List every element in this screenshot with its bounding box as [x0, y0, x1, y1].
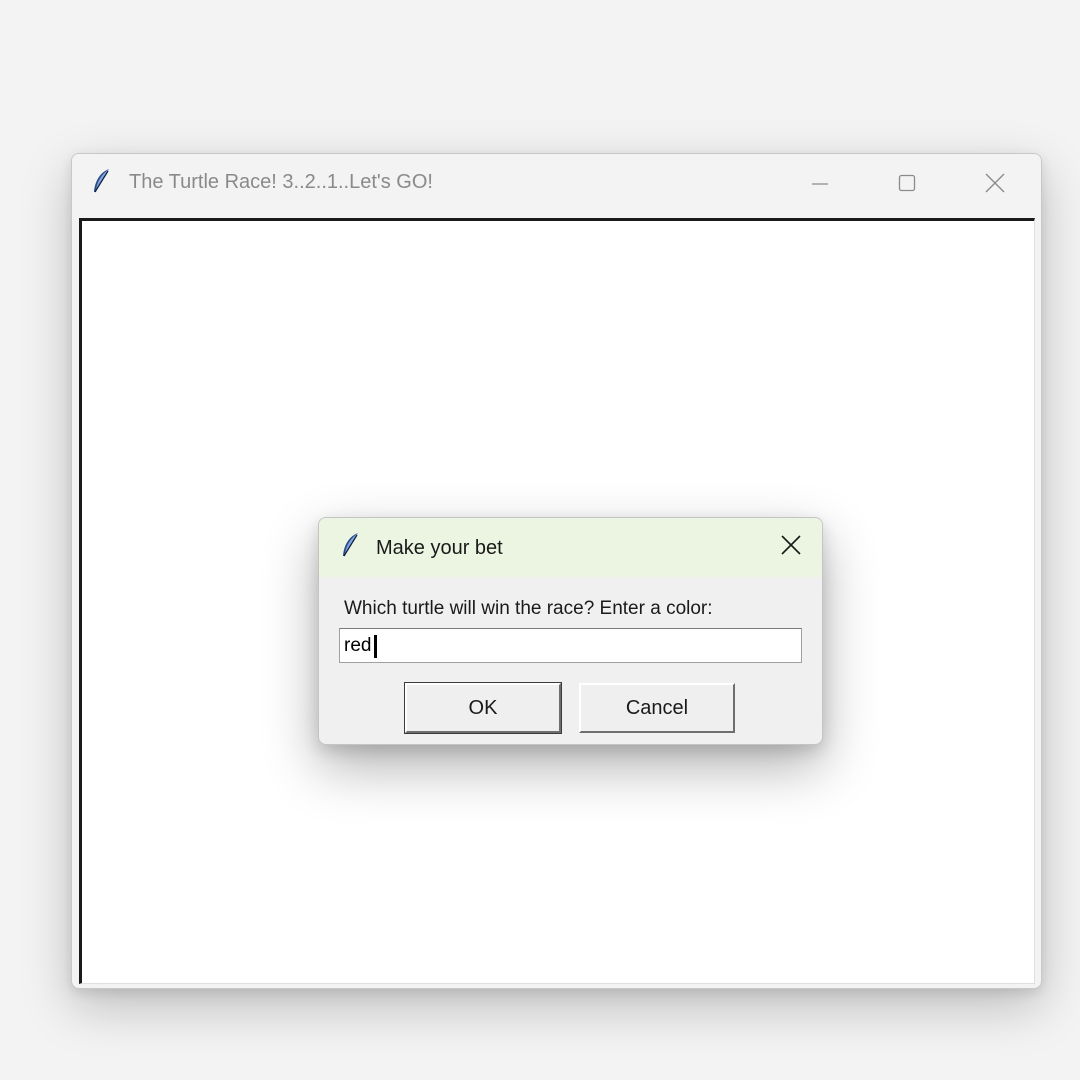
main-titlebar[interactable]: The Turtle Race! 3..2..1..Let's GO!: [72, 154, 1041, 217]
close-icon: [984, 172, 1006, 194]
dialog-titlebar[interactable]: Make your bet: [319, 518, 822, 577]
close-icon: [780, 534, 802, 561]
dialog-close-button[interactable]: [771, 530, 811, 564]
minimize-icon: [810, 173, 830, 193]
ok-button[interactable]: OK: [404, 682, 562, 734]
feather-icon: [92, 168, 112, 194]
window-title: The Turtle Race! 3..2..1..Let's GO!: [129, 171, 433, 193]
maximize-button[interactable]: [867, 154, 947, 212]
text-caret: [374, 635, 377, 658]
maximize-icon: [897, 173, 917, 193]
close-button[interactable]: [955, 154, 1035, 212]
cancel-button[interactable]: Cancel: [579, 683, 735, 733]
prompt-label: Which turtle will win the race? Enter a …: [344, 598, 713, 619]
minimize-button[interactable]: [780, 154, 860, 212]
dialog-title: Make your bet: [376, 537, 503, 559]
color-input[interactable]: [339, 628, 802, 663]
bet-dialog: Make your bet Which turtle will win the …: [318, 517, 823, 745]
feather-icon: [341, 532, 361, 558]
desktop: The Turtle Race! 3..2..1..Let's GO! Make…: [0, 0, 1080, 1080]
